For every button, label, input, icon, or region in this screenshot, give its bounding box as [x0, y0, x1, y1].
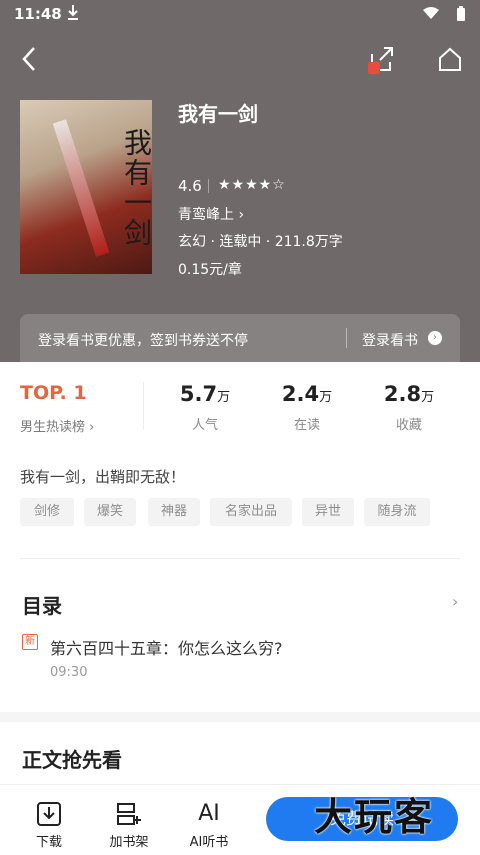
stat-popularity-value: 5.7	[179, 382, 218, 406]
login-banner[interactable]: 登录看书更优惠，签到书券送不停 登录看书 ›	[20, 314, 460, 362]
cover-calligraphy: 我有一剑	[120, 128, 152, 248]
rating-divider	[208, 179, 209, 193]
section-gap	[0, 712, 480, 722]
stat-favorites-label: 收藏	[395, 418, 422, 433]
ai-listen-icon: AI	[198, 801, 220, 826]
watermark-logo: 大玩客	[314, 795, 435, 839]
book-price: 0.15元/章	[178, 262, 242, 278]
stat-reading-unit: 万	[319, 390, 333, 405]
latest-chapter-time: 09:30	[50, 665, 88, 680]
rating: 4.6 ★★★★☆	[178, 177, 285, 195]
rank-list-link[interactable]: 男生热读榜 ›	[20, 416, 94, 435]
ai-listen-label: AI听书	[189, 835, 229, 850]
add-shelf-icon	[116, 801, 142, 827]
tag-item[interactable]: 异世	[302, 498, 354, 526]
add-to-shelf-button[interactable]: 加书架	[94, 801, 164, 850]
stat-reading-label: 在读	[293, 418, 320, 433]
battery-icon	[456, 6, 466, 26]
stats-divider	[143, 382, 144, 430]
tag-item[interactable]: 名家出品	[210, 498, 292, 526]
status-time: 11:48	[14, 5, 62, 23]
rank-top[interactable]: TOP. 1	[20, 382, 87, 404]
new-badge: 新	[22, 634, 38, 650]
login-banner-divider	[346, 328, 347, 348]
stat-favorites-value: 2.8	[383, 382, 422, 406]
book-meta: 玄幻 · 连载中 · 211.8万字	[178, 234, 343, 250]
red-packet-icon	[368, 62, 380, 74]
ai-listen-button[interactable]: AI AI听书	[174, 801, 244, 850]
chevron-right-icon[interactable]: ›	[452, 592, 458, 611]
rating-score: 4.6	[178, 177, 202, 195]
stat-popularity-unit: 万	[217, 390, 231, 405]
stat-reading: 2.4万 在读	[262, 382, 352, 433]
download-status-icon	[66, 3, 80, 25]
stat-popularity-label: 人气	[191, 418, 218, 433]
wifi-icon	[422, 6, 440, 24]
login-banner-message: 登录看书更优惠，签到书券送不停	[38, 333, 248, 349]
toc-title[interactable]: 目录	[22, 590, 62, 619]
book-slogan: 我有一剑，出鞘即无敌！	[20, 468, 186, 486]
stat-favorites-unit: 万	[421, 390, 435, 405]
star-rating-icon: ★★★★☆	[218, 177, 286, 193]
tag-item[interactable]: 随身流	[364, 498, 430, 526]
arrow-right-icon: ›	[428, 331, 442, 345]
stat-popularity: 5.7万 人气	[160, 382, 250, 433]
back-button[interactable]	[18, 44, 40, 78]
stat-favorites: 2.8万 收藏	[364, 382, 454, 433]
book-cover[interactable]: 我有一剑	[20, 100, 152, 274]
tag-item[interactable]: 爆笑	[84, 498, 136, 526]
download-icon	[36, 801, 62, 827]
status-bar: 11:48	[0, 0, 480, 28]
tag-item[interactable]: 神器	[148, 498, 200, 526]
latest-chapter-link[interactable]: 第六百四十五章：你怎么这么穷?	[50, 635, 283, 659]
add-shelf-label: 加书架	[109, 835, 149, 850]
tag-item[interactable]: 剑修	[20, 498, 74, 526]
home-button[interactable]	[436, 44, 464, 78]
author-link[interactable]: 青鸾峰上 ›	[178, 204, 244, 224]
preview-section-title: 正文抢先看	[22, 748, 122, 772]
stat-reading-value: 2.4	[281, 382, 320, 406]
book-stats: TOP. 1 男生热读榜 › 5.7万 人气 2.4万 在读 2.8万 收藏	[0, 362, 480, 442]
login-button[interactable]: 登录看书	[362, 330, 418, 350]
section-divider	[20, 558, 460, 559]
book-title: 我有一剑	[178, 102, 258, 126]
download-button[interactable]: 下载	[14, 801, 84, 850]
download-label: 下载	[35, 835, 62, 850]
book-hero: 11:48 我有一剑 我有一剑 4.6 ★★★★☆ 青鸾峰上 › 玄幻 · 连载…	[0, 0, 480, 362]
